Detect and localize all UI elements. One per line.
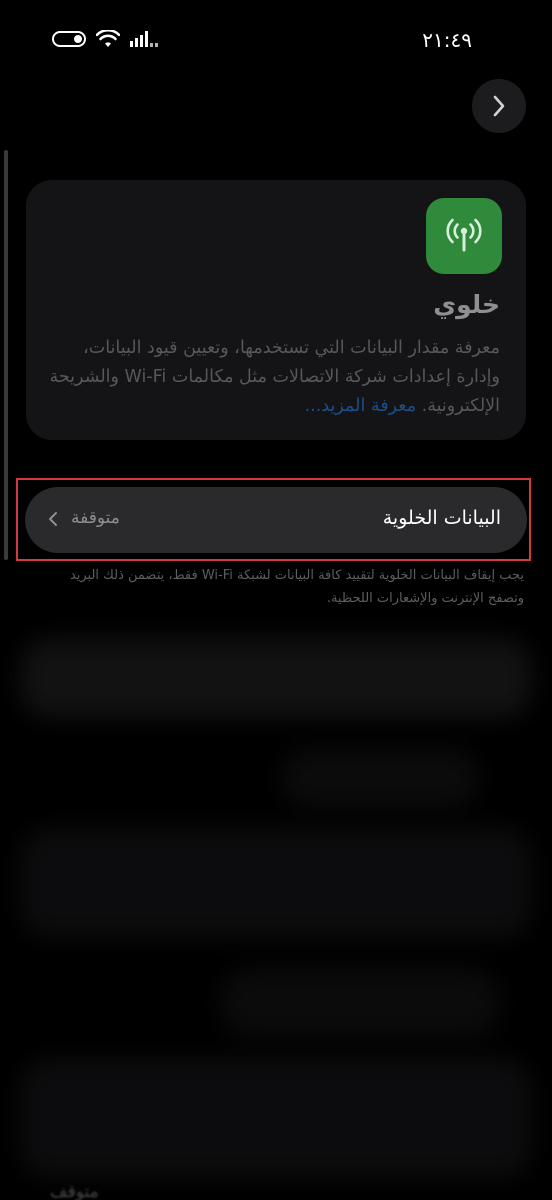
scroll-indicator[interactable] — [4, 150, 8, 560]
forward-button[interactable] — [472, 79, 526, 133]
status-time: ٢١:٤٩ — [422, 28, 472, 52]
page-title: خلوي — [433, 290, 500, 319]
card-description: معرفة مقدار البيانات التي تستخدمها، وتعي… — [40, 334, 501, 421]
learn-more-link[interactable]: معرفة المزيد... — [305, 396, 417, 416]
screen: ٢١:٤٩ خلوي معرفة مقدار البيانات التي تست… — [0, 0, 552, 1200]
blurred-content — [20, 628, 532, 1200]
cellular-antenna-icon — [426, 198, 502, 274]
battery-icon — [52, 31, 86, 47]
cellular-data-status: متوقفة — [71, 508, 120, 528]
obscured-row-value: متوقف — [50, 1182, 99, 1200]
wifi-icon — [96, 30, 120, 47]
signal-icon — [130, 31, 158, 47]
status-bar: ٢١:٤٩ — [0, 22, 552, 62]
cellular-data-label: البيانات الخلوية — [382, 507, 501, 529]
cellular-data-row[interactable]: البيانات الخلوية متوقفة — [25, 487, 527, 553]
description-text: معرفة مقدار البيانات التي تستخدمها، وتعي… — [49, 338, 501, 416]
chevron-left-icon — [49, 512, 57, 526]
cellular-info-card: خلوي معرفة مقدار البيانات التي تستخدمها،… — [26, 180, 526, 440]
cellular-data-footnote: يجب إيقاف البيانات الخلوية لتقييد كافة ا… — [69, 568, 524, 606]
status-icons — [52, 30, 158, 48]
chevron-right-icon — [493, 95, 505, 117]
